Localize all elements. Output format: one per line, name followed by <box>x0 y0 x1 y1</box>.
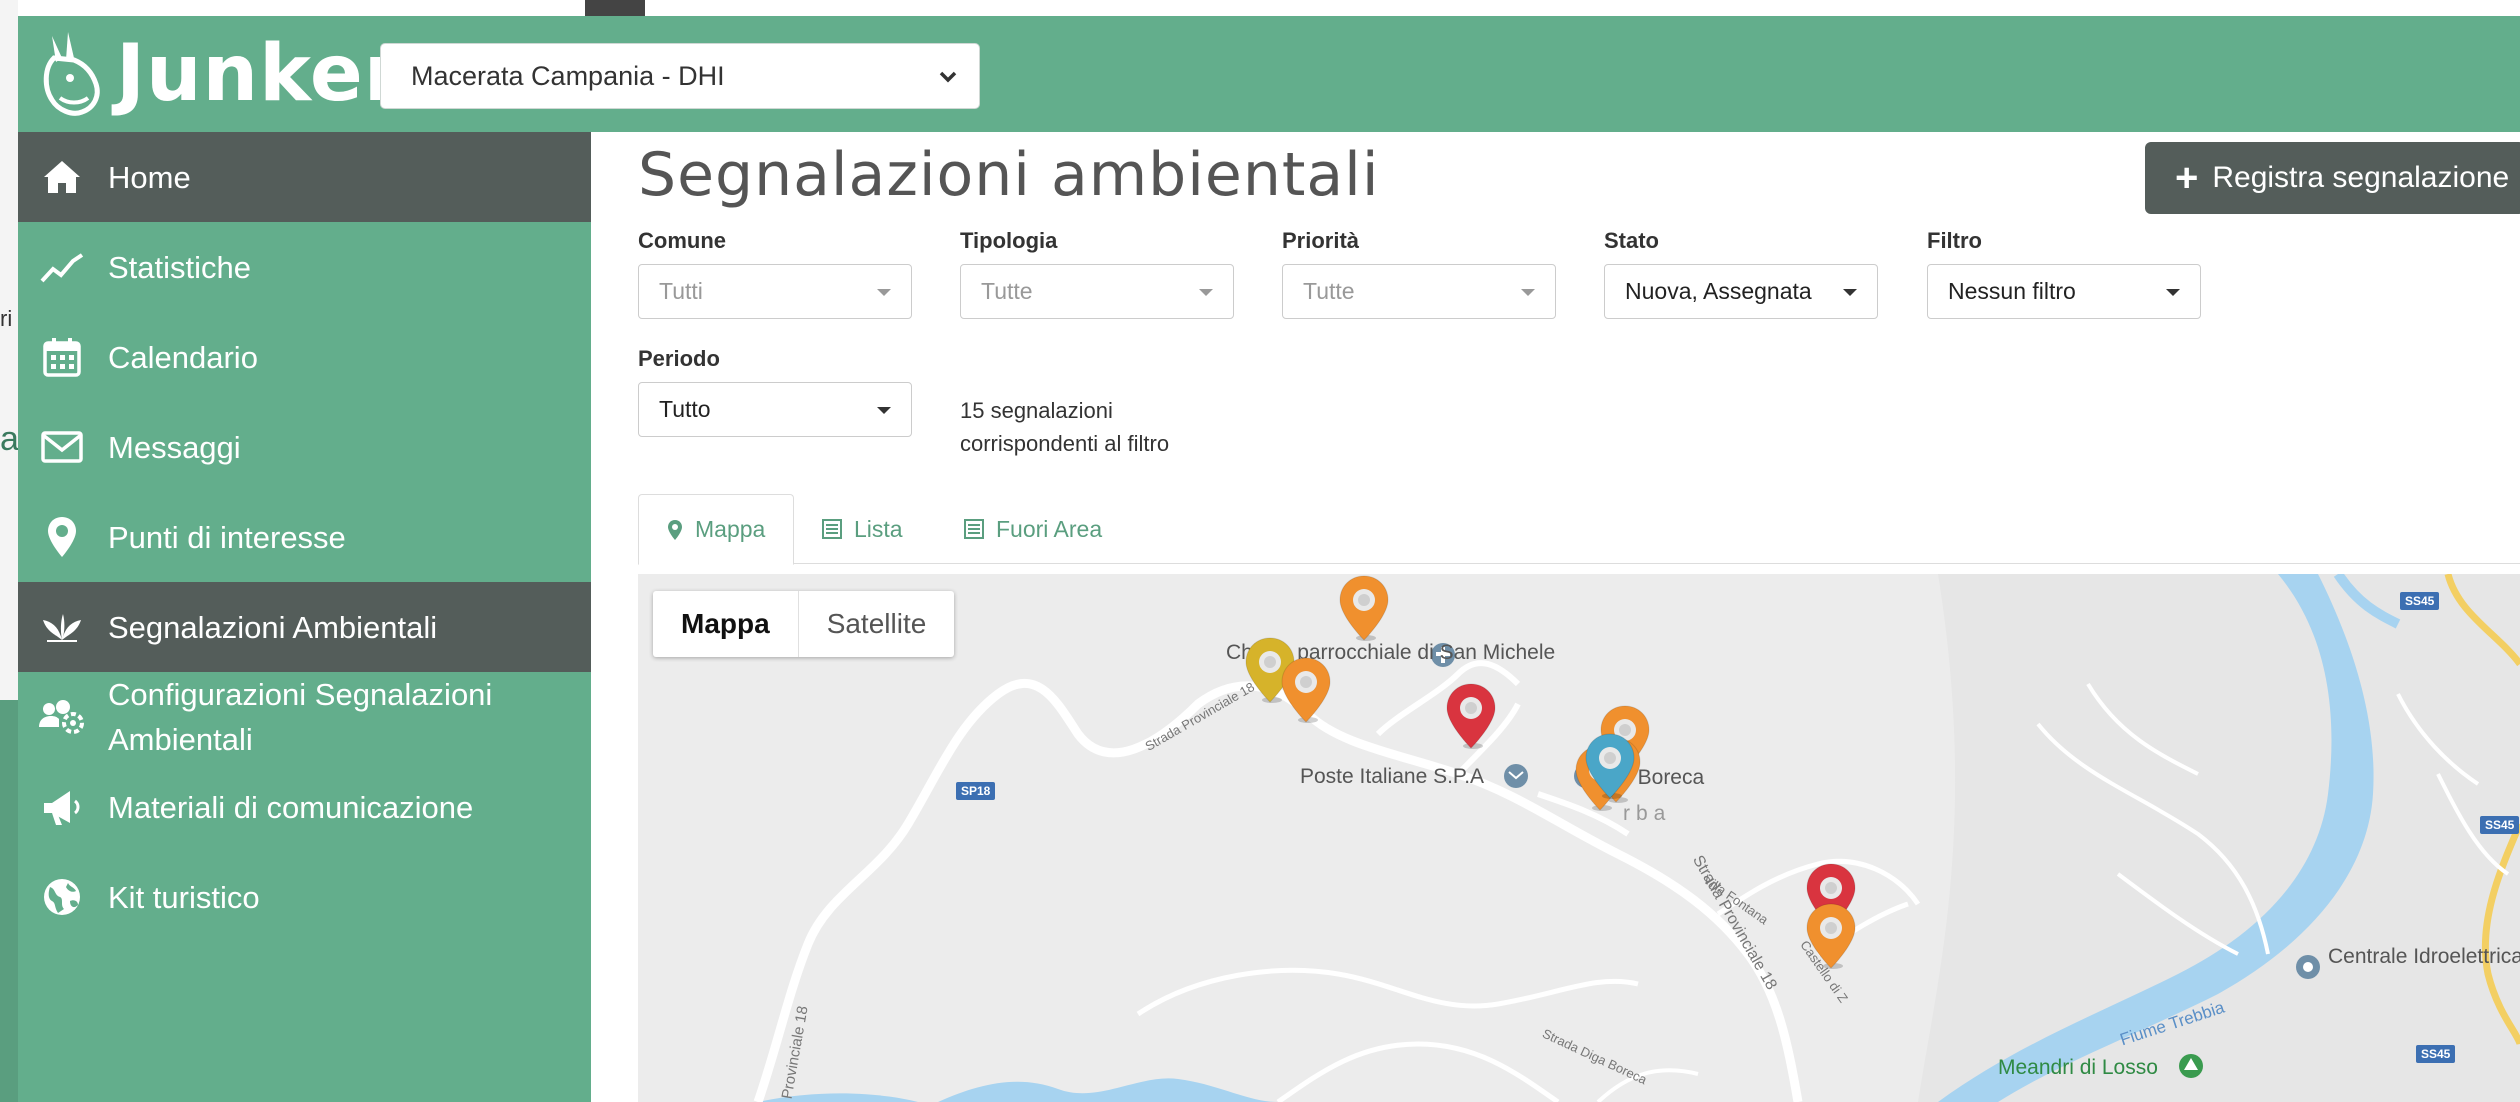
report-marker-icon[interactable] <box>1582 732 1638 800</box>
page: ri a Junker Macerata Campania - DHI Home… <box>0 0 2520 1102</box>
filter-periodo-value: Tutto <box>659 396 711 422</box>
tab-label: Mappa <box>695 516 766 542</box>
page-title: Segnalazioni ambientali <box>638 140 1380 210</box>
tab-label: Fuori Area <box>996 515 1103 542</box>
background-fragment: ri <box>0 306 13 331</box>
sidebar-item-label: Punti di interesse <box>108 519 346 555</box>
app-header: Junker Macerata Campania - DHI <box>18 16 2520 132</box>
caret-down-icon <box>1843 289 1857 296</box>
map-pin-icon <box>36 511 88 563</box>
tab-lista[interactable]: Lista <box>794 494 931 564</box>
sidebar-item-segnalazioni-ambientali[interactable]: Segnalazioni Ambientali <box>18 582 591 672</box>
logo-text: Junker <box>116 29 404 119</box>
sidebar: Home Statistiche Calendario Messaggi Pun… <box>18 132 591 1102</box>
report-marker-icon[interactable] <box>1336 574 1392 642</box>
sidebar-item-punti-di-interesse[interactable]: Punti di interesse <box>18 492 591 582</box>
envelope-icon <box>36 421 88 473</box>
sidebar-item-statistiche[interactable]: Statistiche <box>18 222 591 312</box>
home-icon <box>36 151 88 203</box>
window-edge <box>585 0 645 16</box>
register-button-label: Registra segnalazione <box>2212 161 2510 194</box>
filter-priorita-select[interactable]: Tutte <box>1282 264 1556 319</box>
chevron-down-icon <box>937 64 959 95</box>
map-label-zerba: rba <box>1623 802 1672 825</box>
result-count: 15 segnalazioni corrispondenti al filtro <box>960 398 1170 456</box>
tab-mappa[interactable]: Mappa <box>638 494 795 565</box>
sidebar-item-label: Segnalazioni Ambientali <box>108 609 438 645</box>
map-marker-icon <box>667 519 683 541</box>
sidebar-item-messaggi[interactable]: Messaggi <box>18 402 591 492</box>
filter-comune-value: Tutti <box>659 278 703 304</box>
donkey-logo-icon <box>38 28 110 120</box>
sidebar-item-home[interactable]: Home <box>18 132 591 222</box>
road-shield: SS45 <box>2480 816 2520 834</box>
map-label-meandri: Meandri di Losso <box>1998 1056 2158 1079</box>
background-fragment: a <box>0 420 19 458</box>
filter-stato-select[interactable]: Nuova, Assegnata <box>1604 264 1878 319</box>
register-report-button[interactable]: + Registra segnalazione <box>2145 142 2520 214</box>
filter-filtro-select[interactable]: Nessun filtro <box>1927 264 2201 319</box>
list-icon <box>964 519 984 539</box>
leaf-icon <box>36 601 88 653</box>
tab-label: Lista <box>854 515 903 542</box>
report-marker-icon[interactable] <box>1278 656 1334 724</box>
filter-periodo-select[interactable]: Tutto <box>638 382 912 437</box>
filter-tipologia-value: Tutte <box>981 278 1033 304</box>
globe-icon <box>36 871 88 923</box>
filter-tipologia-select[interactable]: Tutte <box>960 264 1234 319</box>
megaphone-icon <box>36 781 88 833</box>
site-select[interactable]: Macerata Campania - DHI <box>380 43 980 109</box>
junker-logo[interactable]: Junker <box>38 28 403 120</box>
map-label-post: Poste Italiane S.P.A <box>1300 765 1485 788</box>
sidebar-item-label: Messaggi <box>108 429 241 465</box>
caret-down-icon <box>877 289 891 296</box>
sidebar-item-materiali[interactable]: Materiali di comunicazione <box>18 762 591 852</box>
filter-stato-value: Nuova, Assegnata <box>1625 278 1812 304</box>
caret-down-icon <box>2166 289 2180 296</box>
road-shield: SS45 <box>2400 592 2440 610</box>
chart-line-icon <box>36 241 88 293</box>
filter-label-filtro: Filtro <box>1927 228 1982 253</box>
sidebar-item-label: Home <box>108 159 191 195</box>
tab-fuori-area[interactable]: Fuori Area <box>936 494 1130 564</box>
filter-label-periodo: Periodo <box>638 346 720 371</box>
map-type-mappa[interactable]: Mappa <box>653 591 798 657</box>
filter-label-tipologia: Tipologia <box>960 228 1058 253</box>
users-gear-icon <box>36 691 88 743</box>
sidebar-item-label: Kit turistico <box>108 879 260 915</box>
road-shield: SP18 <box>956 782 996 800</box>
site-select-value: Macerata Campania - DHI <box>411 60 725 91</box>
caret-down-icon <box>1521 289 1535 296</box>
caret-down-icon <box>877 407 891 414</box>
report-marker-icon[interactable] <box>1803 902 1859 970</box>
filter-label-comune: Comune <box>638 228 726 253</box>
view-tabs: Mappa Lista Fuori Area <box>638 494 2520 565</box>
calendar-icon <box>36 331 88 383</box>
sidebar-item-kit-turistico[interactable]: Kit turistico <box>18 852 591 942</box>
caret-down-icon <box>1199 289 1213 296</box>
filter-filtro-value: Nessun filtro <box>1948 278 2076 304</box>
sidebar-item-label: Calendario <box>108 339 258 375</box>
plus-icon: + <box>2175 156 2199 200</box>
report-marker-icon[interactable] <box>1443 682 1499 750</box>
main-content: Segnalazioni ambientali + Registra segna… <box>591 132 2520 1102</box>
background-strip <box>0 0 18 1102</box>
map-label-centrale: Centrale Idroelettrica Boreca <box>2328 945 2520 968</box>
list-icon <box>822 519 842 539</box>
map-view[interactable]: Chiesa parrocchiale di San Michele Poste… <box>638 574 2520 1102</box>
sidebar-item-label: Statistiche <box>108 249 252 285</box>
sidebar-item-configurazioni[interactable]: Configurazioni Segnalazioni Ambientali <box>18 672 591 762</box>
sidebar-item-calendario[interactable]: Calendario <box>18 312 591 402</box>
sidebar-item-label: Configurazioni Segnalazioni Ambientali <box>108 677 493 757</box>
map-type-toggle: Mappa Satellite <box>653 591 955 657</box>
filter-label-priorita: Priorità <box>1282 228 1360 253</box>
sidebar-item-label: Materiali di comunicazione <box>108 789 474 825</box>
filter-priorita-value: Tutte <box>1303 278 1355 304</box>
map-type-satellite[interactable]: Satellite <box>797 591 955 657</box>
background-green-block <box>0 700 18 1102</box>
filter-comune-select[interactable]: Tutti <box>638 264 912 319</box>
filter-label-stato: Stato <box>1604 228 1659 253</box>
road-shield: SS45 <box>2416 1045 2456 1063</box>
